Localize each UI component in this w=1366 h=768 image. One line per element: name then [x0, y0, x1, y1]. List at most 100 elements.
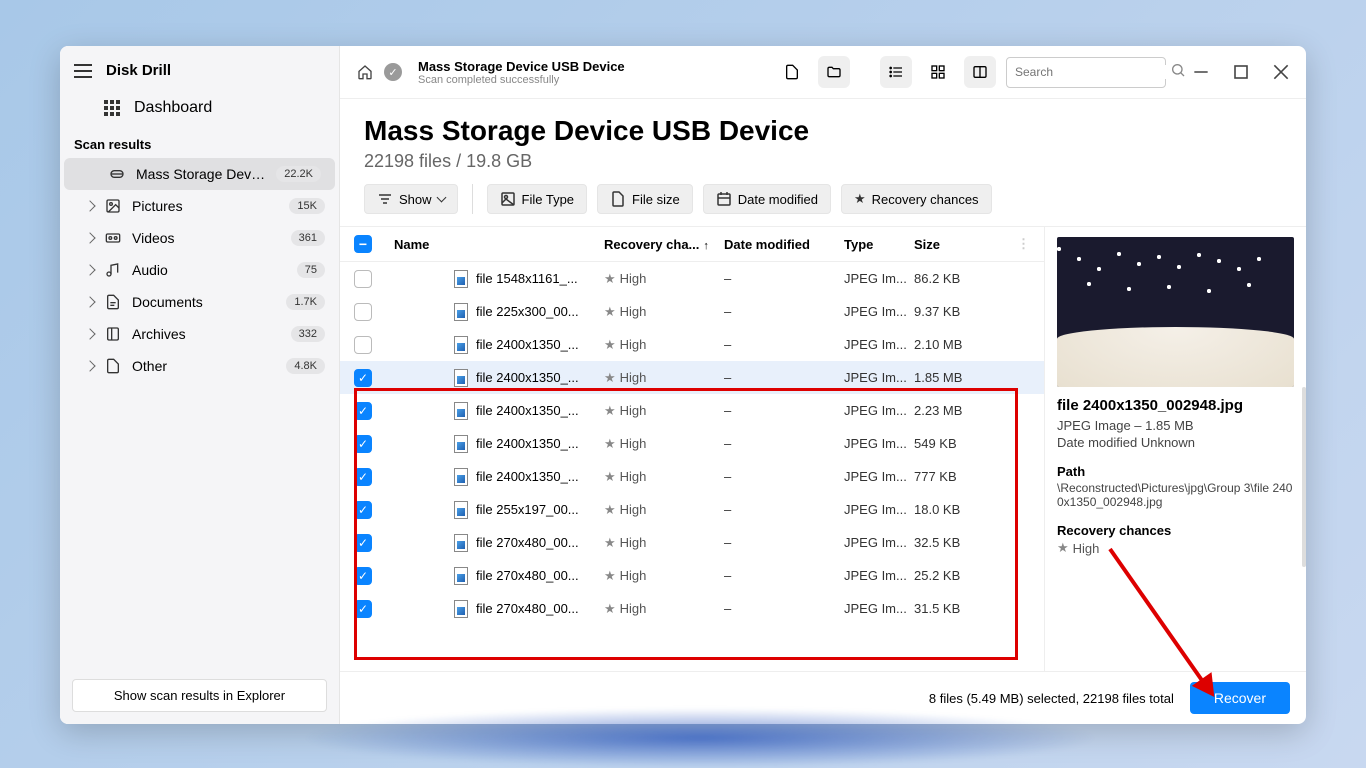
- row-checkbox[interactable]: ✓: [354, 534, 372, 552]
- file-size-filter[interactable]: File size: [597, 184, 693, 214]
- size-value: 31.5 KB: [914, 601, 984, 616]
- date-value: –: [724, 502, 844, 517]
- recovery-value: High: [620, 403, 647, 418]
- minimize-button[interactable]: [1192, 63, 1210, 81]
- sidebar-item[interactable]: Videos 361: [60, 222, 339, 254]
- row-checkbox[interactable]: [354, 303, 372, 321]
- file-icon: [454, 303, 468, 321]
- col-date[interactable]: Date modified: [724, 237, 844, 252]
- show-in-explorer-button[interactable]: Show scan results in Explorer: [72, 679, 327, 712]
- col-type[interactable]: Type: [844, 237, 914, 252]
- date-modified-filter[interactable]: Date modified: [703, 184, 831, 214]
- search-box[interactable]: [1006, 57, 1166, 88]
- row-checkbox[interactable]: ✓: [354, 435, 372, 453]
- preview-filename: file 2400x1350_002948.jpg: [1057, 397, 1294, 414]
- home-icon[interactable]: [356, 63, 374, 81]
- file-type-filter[interactable]: File Type: [487, 184, 588, 214]
- file-icon: [454, 600, 468, 618]
- row-checkbox[interactable]: ✓: [354, 501, 372, 519]
- type-value: JPEG Im...: [844, 370, 914, 385]
- table-row[interactable]: ✓ file 255x197_00... ★High – JPEG Im... …: [340, 493, 1044, 526]
- size-value: 2.23 MB: [914, 403, 984, 418]
- preview-date: Date modified Unknown: [1057, 435, 1294, 450]
- count-badge: 1.7K: [286, 294, 325, 310]
- table-row[interactable]: file 1548x1161_... ★High – JPEG Im... 86…: [340, 262, 1044, 295]
- grid-view-icon[interactable]: [922, 56, 954, 88]
- recovery-chances-filter[interactable]: ★ Recovery chances: [841, 184, 992, 214]
- table-row[interactable]: ✓ file 2400x1350_... ★High – JPEG Im... …: [340, 460, 1044, 493]
- recovery-value: High: [620, 271, 647, 286]
- list-view-icon[interactable]: [880, 56, 912, 88]
- close-button[interactable]: [1272, 63, 1290, 81]
- type-value: JPEG Im...: [844, 568, 914, 583]
- sidebar-item[interactable]: Pictures 15K: [60, 190, 339, 222]
- app-title: Disk Drill: [106, 62, 171, 79]
- search-input[interactable]: [1015, 65, 1170, 79]
- type-value: JPEG Im...: [844, 304, 914, 319]
- row-checkbox[interactable]: ✓: [354, 369, 372, 387]
- more-columns-icon[interactable]: ⋮: [1017, 236, 1030, 252]
- row-checkbox[interactable]: [354, 270, 372, 288]
- sidebar-item[interactable]: Audio 75: [60, 254, 339, 286]
- date-value: –: [724, 436, 844, 451]
- date-value: –: [724, 337, 844, 352]
- row-checkbox[interactable]: [354, 336, 372, 354]
- row-checkbox[interactable]: ✓: [354, 600, 372, 618]
- show-filter[interactable]: Show: [364, 184, 458, 214]
- wallpaper-decoration: [300, 708, 1100, 768]
- top-toolbar: ✓ Mass Storage Device USB Device Scan co…: [340, 46, 1306, 99]
- select-all-checkbox[interactable]: −: [354, 235, 372, 253]
- file-icon: [454, 402, 468, 420]
- col-recovery[interactable]: Recovery cha...↑: [604, 237, 724, 252]
- table-row[interactable]: file 225x300_00... ★High – JPEG Im... 9.…: [340, 295, 1044, 328]
- type-value: JPEG Im...: [844, 337, 914, 352]
- category-icon: [104, 326, 122, 342]
- table-row[interactable]: ✓ file 2400x1350_... ★High – JPEG Im... …: [340, 427, 1044, 460]
- file-icon[interactable]: [776, 56, 808, 88]
- file-name: file 225x300_00...: [476, 304, 579, 319]
- dashboard-nav[interactable]: Dashboard: [60, 89, 339, 127]
- col-name[interactable]: Name: [394, 237, 604, 252]
- filter-bar: Show File Type File size Date modified ★…: [340, 184, 1306, 226]
- recover-button[interactable]: Recover: [1190, 682, 1290, 714]
- table-row[interactable]: ✓ file 270x480_00... ★High – JPEG Im... …: [340, 526, 1044, 559]
- sidebar-item[interactable]: Archives 332: [60, 318, 339, 350]
- file-name: file 1548x1161_...: [476, 271, 578, 286]
- col-size[interactable]: Size: [914, 237, 984, 252]
- file-icon: [454, 468, 468, 486]
- folder-icon[interactable]: [818, 56, 850, 88]
- dashboard-icon: [104, 100, 120, 116]
- table-row[interactable]: ✓ file 270x480_00... ★High – JPEG Im... …: [340, 592, 1044, 625]
- file-name: file 2400x1350_...: [476, 403, 579, 418]
- split-view-icon[interactable]: [964, 56, 996, 88]
- type-value: JPEG Im...: [844, 436, 914, 451]
- preview-scrollbar[interactable]: [1302, 387, 1306, 567]
- table-row[interactable]: file 2400x1350_... ★High – JPEG Im... 2.…: [340, 328, 1044, 361]
- table-row[interactable]: ✓ file 2400x1350_... ★High – JPEG Im... …: [340, 394, 1044, 427]
- row-checkbox[interactable]: ✓: [354, 468, 372, 486]
- count-badge: 361: [291, 230, 325, 246]
- sidebar-item[interactable]: Documents 1.7K: [60, 286, 339, 318]
- table-row[interactable]: ✓ file 270x480_00... ★High – JPEG Im... …: [340, 559, 1044, 592]
- star-icon: ★: [604, 601, 616, 617]
- star-icon: ★: [604, 370, 616, 386]
- file-icon: [454, 567, 468, 585]
- row-checkbox[interactable]: ✓: [354, 567, 372, 585]
- count-badge: 4.8K: [286, 358, 325, 374]
- count-badge: 15K: [289, 198, 325, 214]
- chevron-right-icon: [84, 232, 95, 243]
- file-table: − Name Recovery cha...↑ Date modified Ty…: [340, 227, 1044, 671]
- sidebar-item[interactable]: Other 4.8K: [60, 350, 339, 382]
- sidebar-item-label: Videos: [132, 230, 281, 246]
- file-icon: [454, 336, 468, 354]
- row-checkbox[interactable]: ✓: [354, 402, 372, 420]
- size-value: 32.5 KB: [914, 535, 984, 550]
- table-row[interactable]: ✓ file 2400x1350_... ★High – JPEG Im... …: [340, 361, 1044, 394]
- sidebar-item[interactable]: Mass Storage Device U... 22.2K: [64, 158, 335, 190]
- page-title: Mass Storage Device USB Device: [364, 115, 1282, 147]
- search-icon: [1170, 62, 1186, 83]
- maximize-button[interactable]: [1232, 63, 1250, 81]
- type-value: JPEG Im...: [844, 271, 914, 286]
- menu-icon[interactable]: [74, 64, 92, 78]
- star-icon: ★: [604, 403, 616, 419]
